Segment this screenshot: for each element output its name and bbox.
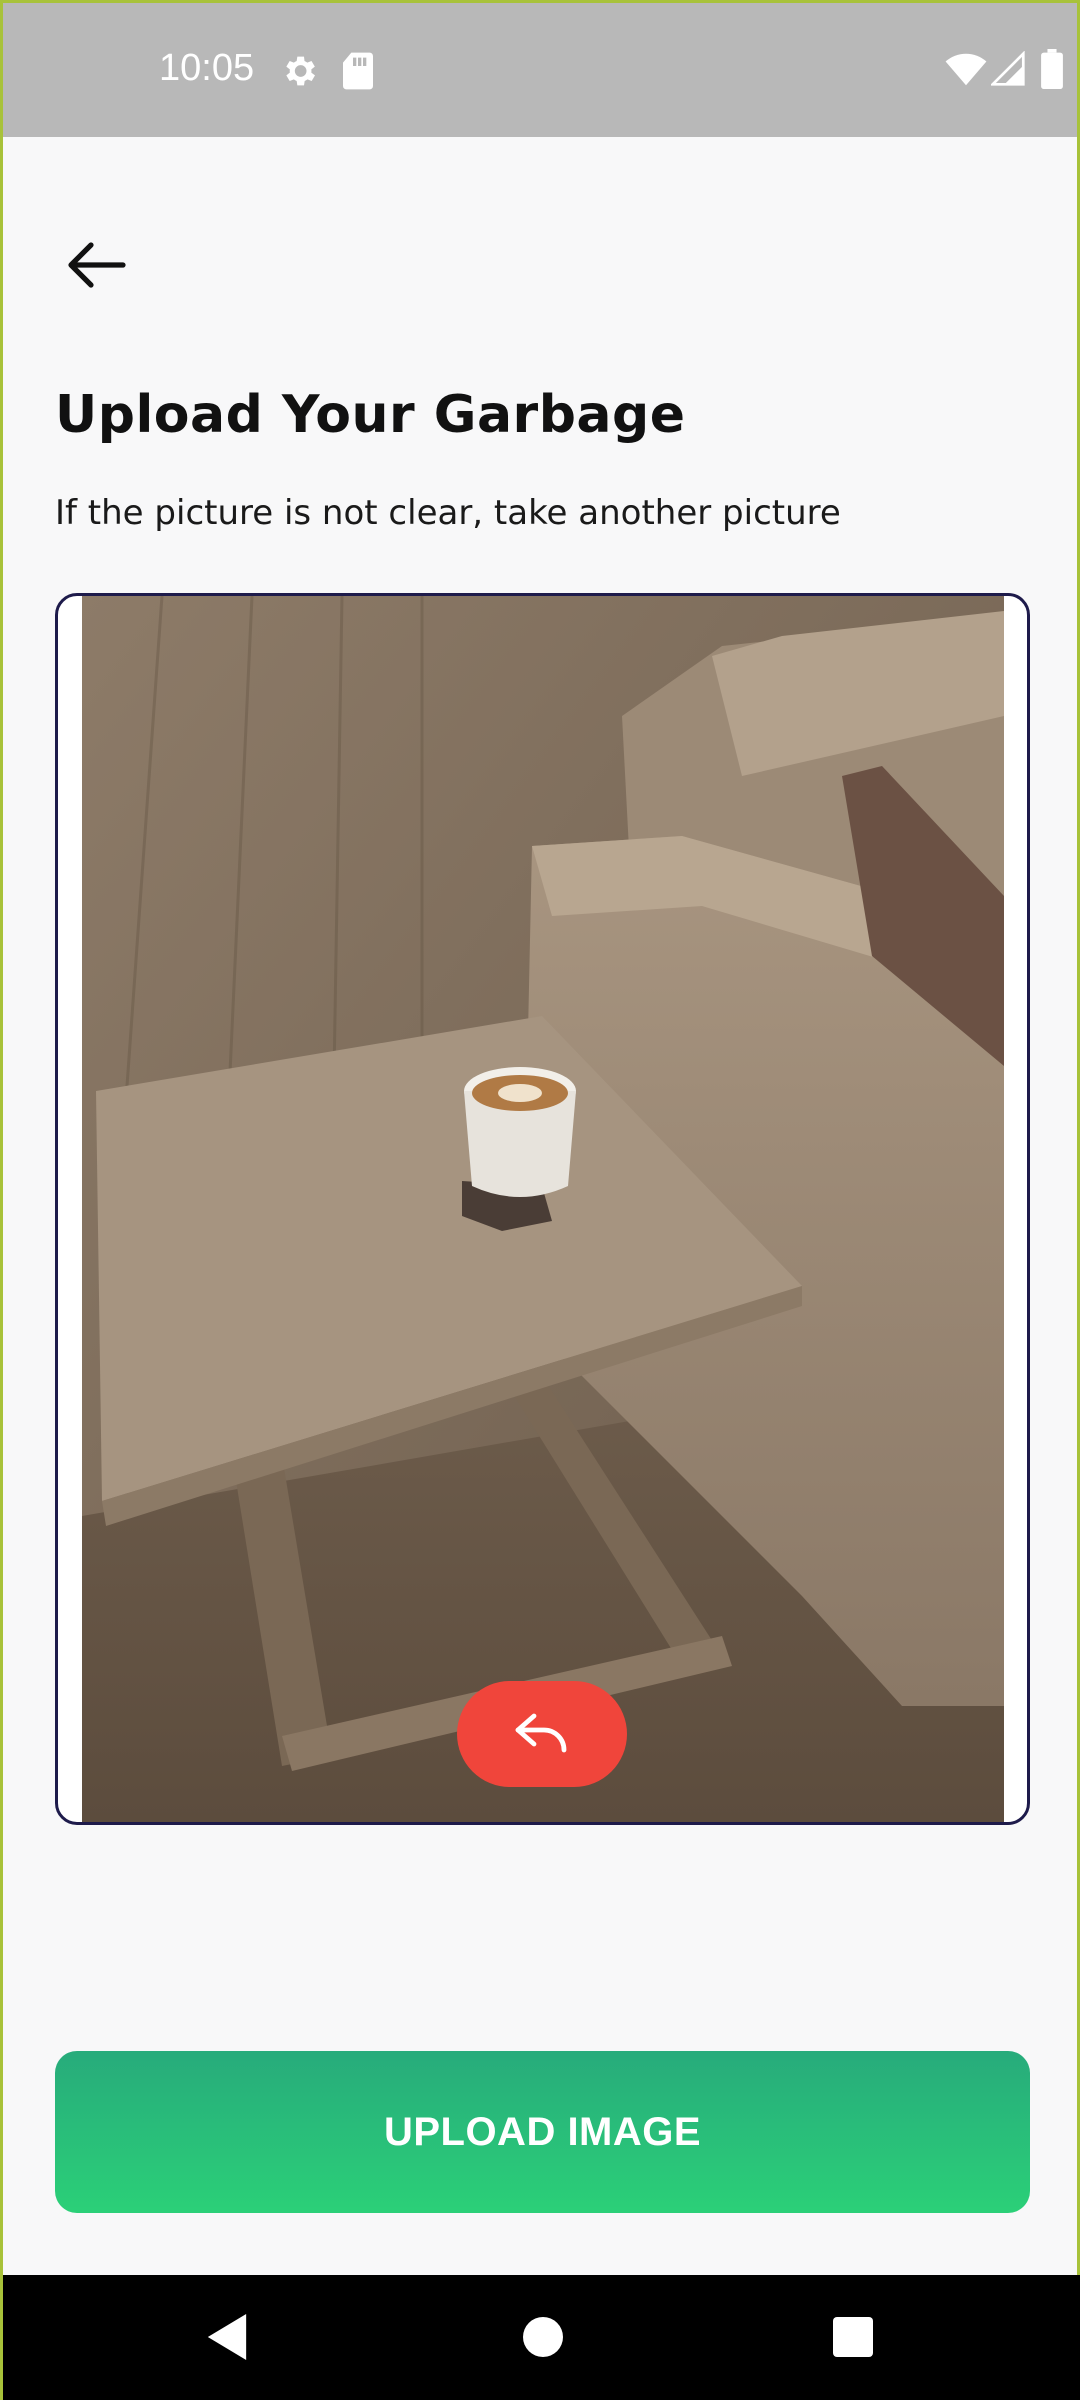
screen: 10:05 Upload Your Garbage If the picture… bbox=[0, 0, 1080, 2400]
signal-icon bbox=[989, 50, 1025, 92]
status-bar: 10:05 bbox=[3, 3, 1077, 137]
page-subtitle: If the picture is not clear, take anothe… bbox=[55, 493, 841, 533]
status-time: 10:05 bbox=[159, 47, 255, 89]
retake-photo-button[interactable] bbox=[457, 1681, 627, 1787]
page-title: Upload Your Garbage bbox=[55, 385, 686, 445]
recents-square-icon bbox=[833, 2316, 873, 2362]
back-triangle-icon bbox=[207, 2313, 247, 2365]
upload-image-button[interactable]: UPLOAD IMAGE bbox=[55, 2051, 1030, 2213]
back-button[interactable] bbox=[55, 225, 139, 309]
navigation-bar bbox=[3, 2275, 1080, 2400]
gear-icon bbox=[279, 51, 319, 96]
nav-home-button[interactable] bbox=[483, 2275, 603, 2400]
battery-icon bbox=[1041, 49, 1063, 94]
image-preview-frame bbox=[55, 593, 1030, 1825]
nav-back-button[interactable] bbox=[167, 2275, 287, 2400]
nav-recents-button[interactable] bbox=[793, 2275, 913, 2400]
arrow-left-icon bbox=[67, 240, 127, 295]
wifi-icon bbox=[945, 53, 987, 92]
undo-arrow-icon bbox=[512, 1709, 572, 1760]
captured-photo bbox=[82, 596, 1004, 1822]
sd-card-icon bbox=[341, 51, 375, 96]
home-circle-icon bbox=[523, 2316, 563, 2362]
